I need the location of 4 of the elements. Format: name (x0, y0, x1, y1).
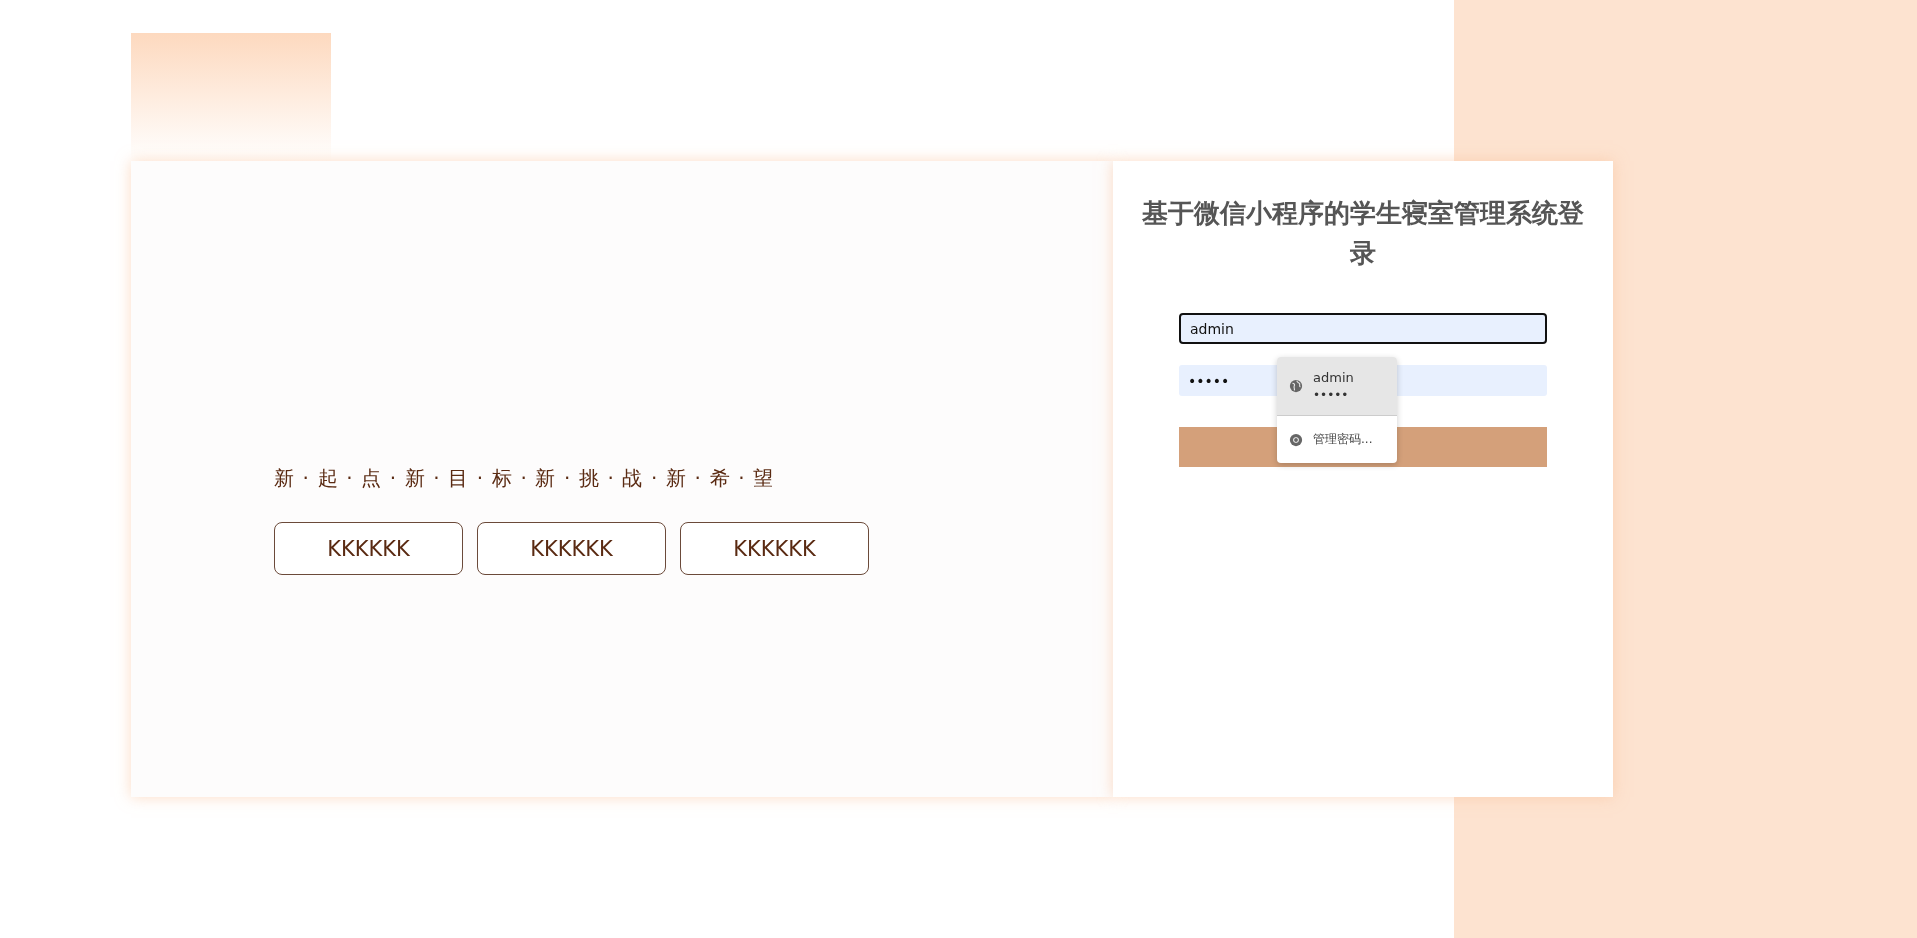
saved-password: ••••• (1313, 388, 1350, 402)
slogan: 新·起·点·新·目·标·新·挑·战·新·希·望 (274, 465, 783, 492)
saved-username: admin (1313, 370, 1354, 385)
login-title: 基于微信小程序的学生寝室管理系统登录 (1141, 197, 1585, 270)
